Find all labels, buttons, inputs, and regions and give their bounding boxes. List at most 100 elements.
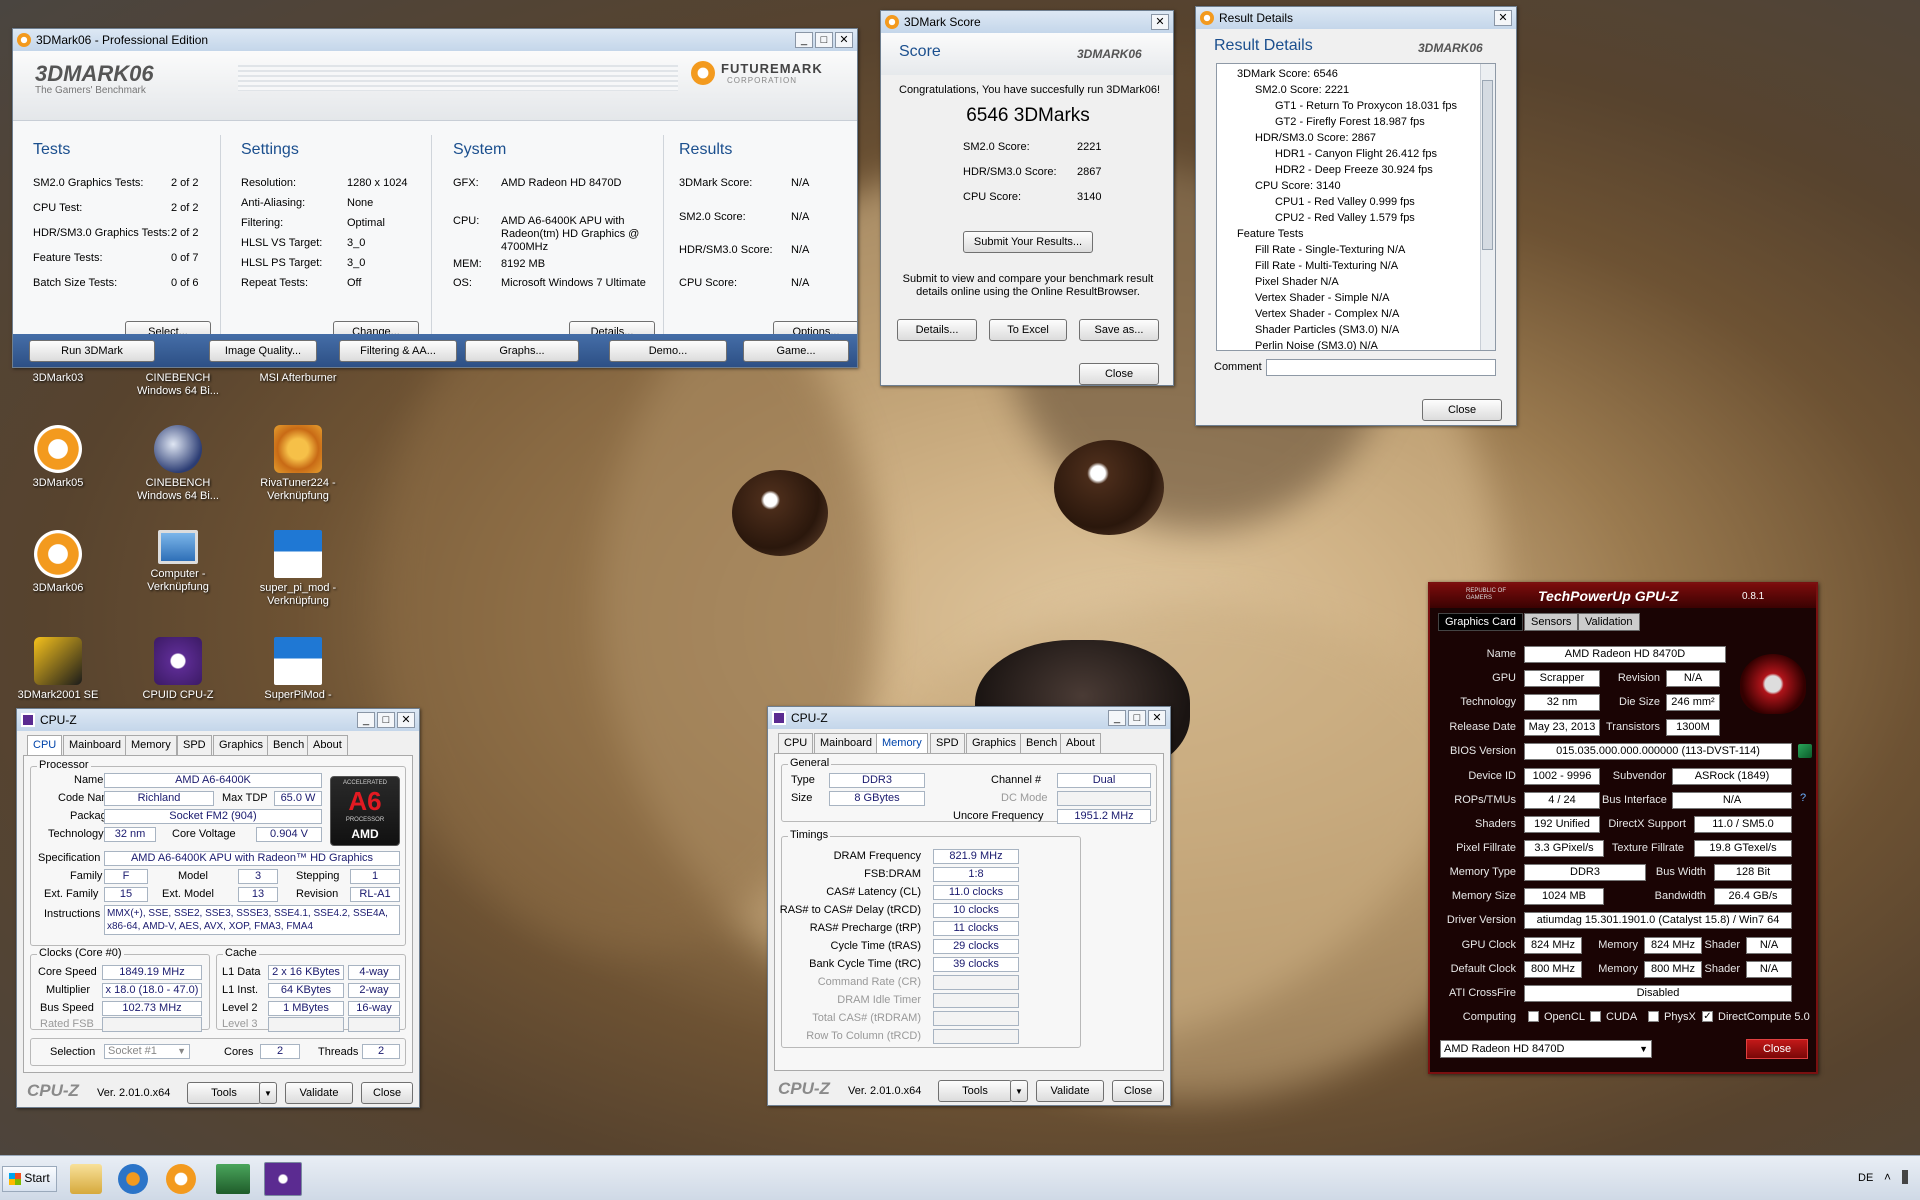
close-button[interactable]: ✕ <box>1148 710 1166 726</box>
tab-bench[interactable]: Bench <box>267 735 311 755</box>
tree-node[interactable]: HDR/SM3.0 Score: 2867 <box>1255 132 1376 144</box>
gpuz-taskbar-icon[interactable] <box>216 1164 250 1194</box>
selection-dropdown[interactable]: Socket #1 ▼ <box>104 1044 190 1059</box>
minimize-button[interactable]: _ <box>795 32 813 48</box>
tools-button[interactable]: Tools <box>938 1080 1012 1102</box>
tree-node[interactable]: SM2.0 Score: 2221 <box>1255 84 1349 96</box>
submit-results-button[interactable]: Submit Your Results... <box>963 231 1093 253</box>
bios-save-icon[interactable] <box>1798 744 1812 758</box>
tab-memory[interactable]: Memory <box>876 733 928 753</box>
desktop-icon-cpuz[interactable]: CPUID CPU-Z <box>123 637 233 702</box>
tree-node[interactable]: CPU1 - Red Valley 0.999 fps <box>1275 196 1415 208</box>
close-button[interactable]: ✕ <box>397 712 415 728</box>
close-button[interactable]: Close <box>361 1082 413 1104</box>
opencl-checkbox[interactable] <box>1528 1011 1539 1022</box>
tab-about[interactable]: About <box>307 735 348 755</box>
tree-node[interactable]: Vertex Shader - Complex N/A <box>1255 308 1399 320</box>
scroll-thumb[interactable] <box>1482 80 1493 250</box>
tools-button[interactable]: Tools <box>187 1082 261 1104</box>
tray-expand-icon[interactable]: ˄ <box>1884 1170 1891 1184</box>
tab-validation[interactable]: Validation <box>1578 613 1640 631</box>
tree-node[interactable]: GT2 - Firefly Forest 18.987 fps <box>1275 116 1425 128</box>
image-quality-button[interactable]: Image Quality... <box>209 340 317 362</box>
maximize-button[interactable]: □ <box>1128 710 1146 726</box>
tab-graphics[interactable]: Graphics <box>213 735 270 755</box>
game-button[interactable]: Game... <box>743 340 849 362</box>
folder-icon[interactable] <box>70 1164 102 1194</box>
tools-dropdown-button[interactable]: ▼ <box>1010 1080 1028 1102</box>
tree-node[interactable]: Vertex Shader - Simple N/A <box>1255 292 1390 304</box>
minimize-button[interactable]: _ <box>357 712 375 728</box>
close-button[interactable]: ✕ <box>1494 10 1512 26</box>
tools-dropdown-button[interactable]: ▼ <box>259 1082 277 1104</box>
validate-button[interactable]: Validate <box>285 1082 353 1104</box>
tree-node[interactable]: 3DMark Score: 6546 <box>1237 68 1338 80</box>
tree-node[interactable]: Perlin Noise (SM3.0) N/A <box>1255 340 1378 350</box>
start-button[interactable]: Start <box>2 1166 57 1192</box>
desktop-icon-3dmark05[interactable]: 3DMark05 <box>3 425 113 490</box>
help-icon[interactable]: ? <box>1800 792 1806 804</box>
close-button[interactable]: Close <box>1422 399 1502 421</box>
close-button[interactable]: ✕ <box>835 32 853 48</box>
tab-about[interactable]: About <box>1060 733 1101 753</box>
tab-spd[interactable]: SPD <box>930 733 965 753</box>
desktop-icon-cinebench-2[interactable]: CINEBENCH Windows 64 Bi... <box>123 425 233 503</box>
tree-node[interactable]: GT1 - Return To Proxycon 18.031 fps <box>1275 100 1457 112</box>
minimize-button[interactable]: _ <box>1108 710 1126 726</box>
tab-cpu[interactable]: CPU <box>778 733 814 753</box>
comment-input[interactable] <box>1266 359 1496 376</box>
media-player-icon[interactable] <box>118 1164 148 1194</box>
tab-spd[interactable]: SPD <box>177 735 212 755</box>
desktop-icon-3dmark03[interactable]: 3DMark03 <box>3 372 113 385</box>
tab-graphics[interactable]: Graphics <box>966 733 1023 753</box>
tree-node[interactable]: Fill Rate - Single-Texturing N/A <box>1255 244 1405 256</box>
tree-node[interactable]: Feature Tests <box>1237 228 1303 240</box>
desktop-icon-rivatuner[interactable]: RivaTuner224 - Verknüpfung <box>243 425 353 503</box>
tree-node[interactable]: CPU Score: 3140 <box>1255 180 1341 192</box>
tree-node[interactable]: Fill Rate - Multi-Texturing N/A <box>1255 260 1398 272</box>
cpuz-taskbar-icon[interactable] <box>264 1162 302 1196</box>
desktop-icon-cinebench-1[interactable]: CINEBENCH Windows 64 Bi... <box>123 372 233 398</box>
desktop-icon-3dmark2001[interactable]: 3DMark2001 SE <box>3 637 113 702</box>
maximize-button[interactable]: □ <box>815 32 833 48</box>
demo-button[interactable]: Demo... <box>609 340 727 362</box>
close-button[interactable]: Close <box>1746 1039 1808 1059</box>
close-button[interactable]: Close <box>1112 1080 1164 1102</box>
tree-node[interactable]: HDR2 - Deep Freeze 30.924 fps <box>1275 164 1433 176</box>
to-excel-button[interactable]: To Excel <box>989 319 1067 341</box>
graphs-button[interactable]: Graphs... <box>465 340 579 362</box>
directcompute-checkbox[interactable]: ✓ <box>1702 1011 1713 1022</box>
gpu-select-dropdown[interactable]: AMD Radeon HD 8470D ▼ <box>1440 1040 1652 1058</box>
save-as-button[interactable]: Save as... <box>1079 319 1159 341</box>
tab-sensors[interactable]: Sensors <box>1524 613 1579 631</box>
tab-graphics-card[interactable]: Graphics Card <box>1438 613 1523 631</box>
3dmark-taskbar-icon[interactable] <box>166 1164 196 1194</box>
filtering-aa-button[interactable]: Filtering & AA... <box>339 340 457 362</box>
results-tree[interactable]: 3DMark Score: 6546 SM2.0 Score: 2221 GT1… <box>1216 63 1496 351</box>
cuda-checkbox[interactable] <box>1590 1011 1601 1022</box>
tree-node[interactable]: CPU2 - Red Valley 1.579 fps <box>1275 212 1415 224</box>
volume-icon[interactable] <box>1902 1170 1914 1184</box>
tab-bench[interactable]: Bench <box>1020 733 1064 753</box>
subvendor-value: ASRock (1849) <box>1672 768 1792 785</box>
desktop-icon-computer[interactable]: Computer - Verknüpfung <box>123 530 233 594</box>
tree-node[interactable]: Pixel Shader N/A <box>1255 276 1339 288</box>
details-button[interactable]: Details... <box>897 319 977 341</box>
close-button[interactable]: ✕ <box>1151 14 1169 30</box>
tree-node[interactable]: Shader Particles (SM3.0) N/A <box>1255 324 1399 336</box>
desktop-icon-3dmark06[interactable]: 3DMark06 <box>3 530 113 595</box>
maximize-button[interactable]: □ <box>377 712 395 728</box>
desktop-icon-superpimod[interactable]: SuperPiMod - <box>243 637 353 702</box>
desktop-icon-super-pi[interactable]: super_pi_mod - Verknüpfung <box>243 530 353 608</box>
language-indicator[interactable]: DE <box>1858 1172 1873 1184</box>
close-button[interactable]: Close <box>1079 363 1159 385</box>
validate-button[interactable]: Validate <box>1036 1080 1104 1102</box>
tab-mainboard[interactable]: Mainboard <box>63 735 127 755</box>
tree-node[interactable]: HDR1 - Canyon Flight 26.412 fps <box>1275 148 1437 160</box>
physx-checkbox[interactable] <box>1648 1011 1659 1022</box>
tab-cpu[interactable]: CPU <box>27 735 63 755</box>
desktop-icon-msi-afterburner[interactable]: MSI Afterburner <box>243 372 353 385</box>
tab-mainboard[interactable]: Mainboard <box>814 733 878 753</box>
tab-memory[interactable]: Memory <box>125 735 177 755</box>
run-3dmark-button[interactable]: Run 3DMark <box>29 340 155 362</box>
